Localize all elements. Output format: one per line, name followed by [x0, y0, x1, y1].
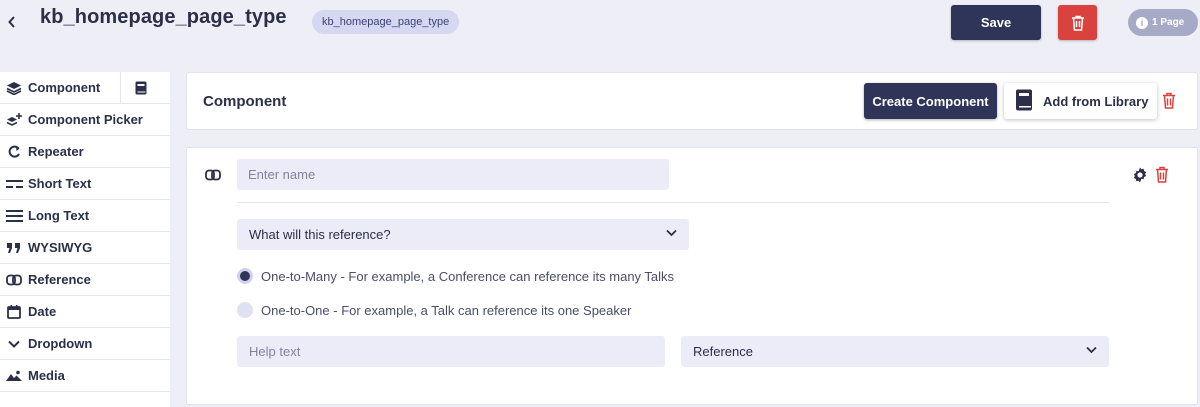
- trash-icon[interactable]: [1155, 166, 1169, 183]
- chevron-down-icon: [666, 229, 677, 237]
- repeat-icon: [5, 144, 23, 160]
- calendar-icon: [5, 304, 23, 320]
- radio-one-to-many[interactable]: One-to-Many - For example, a Conference …: [237, 268, 674, 284]
- sidebar-item-reference[interactable]: Reference: [0, 264, 170, 296]
- radio-selected-indicator: [237, 268, 253, 284]
- sidebar-item-label: Repeater: [28, 144, 84, 159]
- component-header-card: Component Create Component Add from Libr…: [186, 72, 1198, 130]
- field-type-select[interactable]: Reference: [681, 336, 1109, 367]
- radio-unselected-indicator: [237, 302, 253, 318]
- sidebar-item-short-text[interactable]: Short Text: [0, 168, 170, 200]
- sidebar-item-wysiwyg[interactable]: WYSIWYG: [0, 232, 170, 264]
- sidebar-item-label: Component: [28, 80, 101, 95]
- sidebar-item-repeater[interactable]: Repeater: [0, 136, 170, 168]
- short-text-icon: [5, 176, 23, 192]
- field-type-value: Reference: [693, 344, 753, 359]
- component-section-title: Component: [203, 93, 287, 110]
- top-bar: kb_homepage_page_type kb_homepage_page_t…: [0, 0, 1200, 60]
- reference-target-value: What will this reference?: [249, 227, 391, 242]
- sidebar-item-media[interactable]: Media: [0, 360, 170, 392]
- book-icon: [1015, 89, 1033, 114]
- sidebar-item-long-text[interactable]: Long Text: [0, 200, 170, 232]
- radio-label: One-to-One - For example, a Talk can ref…: [261, 302, 632, 318]
- layers-icon: [5, 80, 23, 96]
- delete-page-button[interactable]: [1058, 5, 1097, 40]
- chevron-down-icon: [1086, 346, 1097, 354]
- link-icon: [205, 168, 221, 182]
- image-icon: [5, 368, 23, 384]
- help-text-input[interactable]: [237, 336, 665, 367]
- sidebar-item-date[interactable]: Date: [0, 296, 170, 328]
- back-button[interactable]: [4, 10, 20, 34]
- field-type-sidebar: Component Component Picker Repeater Shor…: [0, 72, 170, 407]
- save-button[interactable]: Save: [951, 5, 1041, 40]
- quote-icon: [5, 240, 23, 256]
- page-type-badge: kb_homepage_page_type: [312, 10, 460, 34]
- link-icon: [5, 272, 23, 288]
- create-component-button[interactable]: Create Component: [864, 83, 997, 119]
- gear-icon[interactable]: [1132, 167, 1148, 183]
- sidebar-item-label: Date: [28, 304, 57, 319]
- trash-icon[interactable]: [1162, 92, 1178, 110]
- divider: [237, 202, 1109, 203]
- field-name-input[interactable]: [237, 159, 669, 190]
- sidebar-item-label: Media: [28, 368, 65, 383]
- sidebar-item-label: WYSIWYG: [28, 240, 93, 255]
- chevron-left-icon: [8, 16, 15, 28]
- info-icon: i: [1136, 16, 1148, 29]
- add-from-library-button[interactable]: Add from Library: [1004, 83, 1157, 119]
- reference-target-select[interactable]: What will this reference?: [237, 219, 689, 250]
- reference-field-card: What will this reference? One-to-Many - …: [186, 147, 1198, 405]
- sidebar-item-label: Dropdown: [28, 336, 93, 351]
- radio-one-to-one[interactable]: One-to-One - For example, a Talk can ref…: [237, 302, 631, 318]
- sidebar-item-component-picker[interactable]: Component Picker: [0, 104, 170, 136]
- sidebar-divider: [120, 72, 121, 104]
- long-text-icon: [5, 208, 23, 224]
- pages-count-pill[interactable]: i 1 Page: [1128, 9, 1198, 36]
- chevron-down-icon: [5, 336, 23, 352]
- sidebar-item-label: Reference: [28, 272, 91, 287]
- trash-icon: [1071, 15, 1084, 31]
- pages-count-label: 1 Page: [1152, 17, 1185, 28]
- sidebar-item-label: Long Text: [28, 208, 90, 223]
- sidebar-item-dropdown[interactable]: Dropdown: [0, 328, 170, 360]
- page-title: kb_homepage_page_type: [40, 6, 287, 28]
- layers-plus-icon: [5, 112, 23, 128]
- add-from-library-label: Add from Library: [1043, 93, 1149, 109]
- radio-label: One-to-Many - For example, a Conference …: [261, 268, 675, 284]
- sidebar-item-label: Short Text: [28, 176, 92, 191]
- sidebar-item-label: Component Picker: [28, 112, 143, 127]
- book-icon[interactable]: [134, 81, 150, 95]
- sidebar-item-component[interactable]: Component: [0, 72, 170, 104]
